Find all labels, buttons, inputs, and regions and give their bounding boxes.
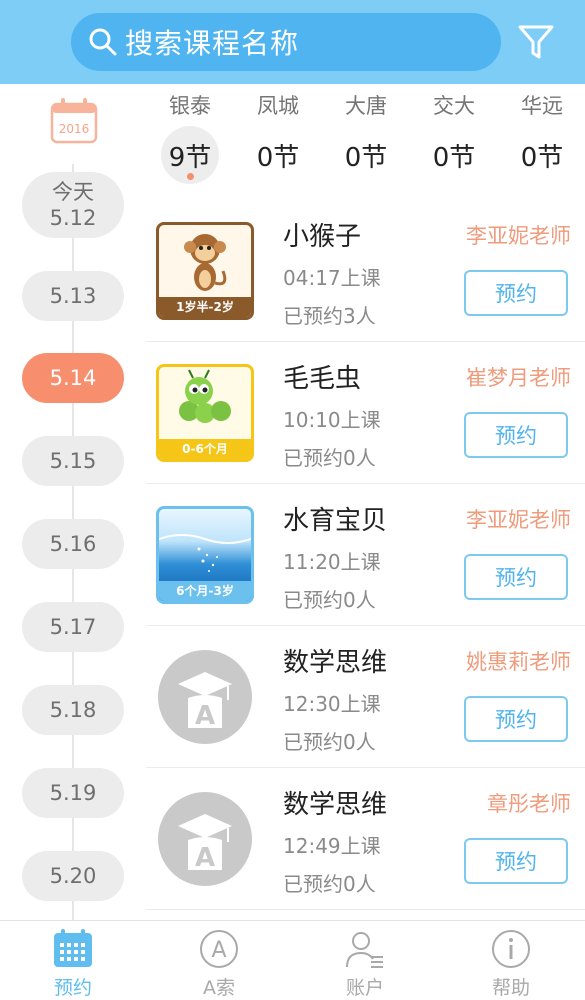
course-name: 水育宝贝 xyxy=(283,506,388,536)
campus-tab-fengcheng[interactable]: 凤城 0节 xyxy=(234,84,322,184)
course-booked-count: 已预约0人 xyxy=(283,872,376,896)
graduation-placeholder-icon: A xyxy=(158,792,252,886)
course-name: 小猴子 xyxy=(283,222,362,252)
date-pill[interactable]: 5.17 xyxy=(22,602,124,652)
course-booked-count: 已预约0人 xyxy=(283,730,376,754)
campus-count-selected: 9节 xyxy=(161,126,219,184)
campus-name: 华远 xyxy=(521,94,563,118)
campus-count: 9节 xyxy=(168,142,212,173)
course-item[interactable]: 0-6个月 毛毛虫 10:10上课 已预约0人 崔梦月老师 预约 xyxy=(146,342,585,484)
course-time: 10:10上课 xyxy=(283,408,381,432)
book-button[interactable]: 预约 xyxy=(464,696,568,742)
tab-label: 预约 xyxy=(53,977,92,999)
date-sidebar: 2016 今天 5.12 5.13 5.14 5.15 5.16 5.17 5.… xyxy=(0,84,146,924)
search-input[interactable]: 搜索课程名称 xyxy=(71,13,501,71)
top-header: 搜索课程名称 xyxy=(0,0,585,84)
campus-count: 0节 xyxy=(256,142,300,173)
filter-icon[interactable] xyxy=(516,22,556,62)
age-badge: 0-6个月 xyxy=(159,439,251,459)
campus-tab-datang[interactable]: 大唐 0节 xyxy=(322,84,410,184)
campus-count-box: 0节 xyxy=(425,126,483,184)
date-pill[interactable]: 5.16 xyxy=(22,519,124,569)
svg-text:A: A xyxy=(195,843,215,873)
svg-text:A: A xyxy=(211,938,226,963)
tab-account[interactable]: 账户 xyxy=(292,925,438,1000)
course-time: 12:49上课 xyxy=(283,834,381,858)
date-pill[interactable]: 5.20 xyxy=(22,851,124,901)
teacher-name: 李亚妮老师 xyxy=(466,508,571,532)
book-button[interactable]: 预约 xyxy=(464,270,568,316)
tab-label: 帮助 xyxy=(491,977,530,999)
date-pill-today[interactable]: 今天 5.12 xyxy=(22,172,124,238)
course-time: 12:30上课 xyxy=(283,692,381,716)
course-time: 11:20上课 xyxy=(283,550,381,574)
tab-label: 账户 xyxy=(345,977,384,999)
course-name: 数学思维 xyxy=(283,648,388,678)
search-icon xyxy=(89,28,117,56)
date-today-value: 5.12 xyxy=(49,206,97,230)
course-item[interactable]: A 数学思维 12:30上课 已预约0人 姚惠莉老师 预约 xyxy=(146,626,585,768)
campus-count: 0节 xyxy=(520,142,564,173)
tab-search-a[interactable]: A A索 xyxy=(146,925,292,1000)
course-booked-count: 已预约0人 xyxy=(283,446,376,470)
svg-text:A: A xyxy=(195,701,215,731)
campus-tab-huayuan[interactable]: 华远 0节 xyxy=(498,84,585,184)
campus-name: 凤城 xyxy=(257,94,299,118)
campus-tabs: 银泰 9节 凤城 0节 大唐 0节 交大 0节 华远 0节 xyxy=(146,84,585,184)
book-button[interactable]: 预约 xyxy=(464,412,568,458)
course-time: 04:17上课 xyxy=(283,266,381,290)
campus-name: 交大 xyxy=(433,94,475,118)
monkey-icon: 1岁半-2岁 xyxy=(156,222,254,320)
campus-tab-jiaoda[interactable]: 交大 0节 xyxy=(410,84,498,184)
selected-dot xyxy=(187,173,194,180)
teacher-name: 崔梦月老师 xyxy=(466,366,571,390)
campus-name: 大唐 xyxy=(345,94,387,118)
search-placeholder: 搜索课程名称 xyxy=(125,27,300,60)
course-name: 数学思维 xyxy=(283,790,388,820)
course-name: 毛毛虫 xyxy=(283,364,362,394)
date-pill[interactable]: 5.19 xyxy=(22,768,124,818)
campus-name: 银泰 xyxy=(169,94,211,118)
teacher-name: 姚惠莉老师 xyxy=(466,650,571,674)
date-pill[interactable]: 5.18 xyxy=(22,685,124,735)
account-icon xyxy=(346,932,383,968)
course-item[interactable]: A 数学思维 12:49上课 已预约0人 章彤老师 预约 xyxy=(146,768,585,910)
teacher-name: 章彤老师 xyxy=(487,792,571,816)
water-icon: 6个月-3岁 xyxy=(156,506,254,604)
date-pill[interactable]: 5.15 xyxy=(22,436,124,486)
book-button[interactable]: 预约 xyxy=(464,838,568,884)
campus-count-box: 0节 xyxy=(249,126,307,184)
calendar-year: 2016 xyxy=(59,122,90,136)
graduation-placeholder-icon: A xyxy=(158,650,252,744)
course-booked-count: 已预约3人 xyxy=(283,304,376,328)
caterpillar-icon: 0-6个月 xyxy=(156,364,254,462)
campus-count: 0节 xyxy=(344,142,388,173)
campus-count-box: 0节 xyxy=(337,126,395,184)
info-icon xyxy=(492,930,530,968)
course-item[interactable]: 6个月-3岁 水育宝贝 11:20上课 已预约0人 李亚妮老师 预约 xyxy=(146,484,585,626)
campus-count-box: 0节 xyxy=(513,126,571,184)
age-badge: 1岁半-2岁 xyxy=(159,297,251,317)
date-pill[interactable]: 5.13 xyxy=(22,271,124,321)
course-list: 1岁半-2岁 小猴子 04:17上课 已预约3人 李亚妮老师 预约 0-6个月 … xyxy=(146,200,585,910)
calendar-icon[interactable]: 2016 xyxy=(49,96,99,146)
book-button[interactable]: 预约 xyxy=(464,554,568,600)
campus-tab-yintai[interactable]: 银泰 9节 xyxy=(146,84,234,184)
calendar-grid-icon xyxy=(54,929,92,967)
bottom-tab-bar: 预约 A A索 账户 帮助 xyxy=(0,920,585,1000)
tab-label: A索 xyxy=(203,977,235,999)
teacher-name: 李亚妮老师 xyxy=(466,224,571,248)
course-item[interactable]: 1岁半-2岁 小猴子 04:17上课 已预约3人 李亚妮老师 预约 xyxy=(146,200,585,342)
circle-a-icon: A xyxy=(200,930,238,968)
date-pill-selected[interactable]: 5.14 xyxy=(22,353,124,403)
date-today-label: 今天 xyxy=(52,180,94,204)
tab-booking[interactable]: 预约 xyxy=(0,925,146,1000)
tab-help[interactable]: 帮助 xyxy=(438,925,584,1000)
course-booked-count: 已预约0人 xyxy=(283,588,376,612)
age-badge: 6个月-3岁 xyxy=(159,581,251,601)
campus-count: 0节 xyxy=(432,142,476,173)
